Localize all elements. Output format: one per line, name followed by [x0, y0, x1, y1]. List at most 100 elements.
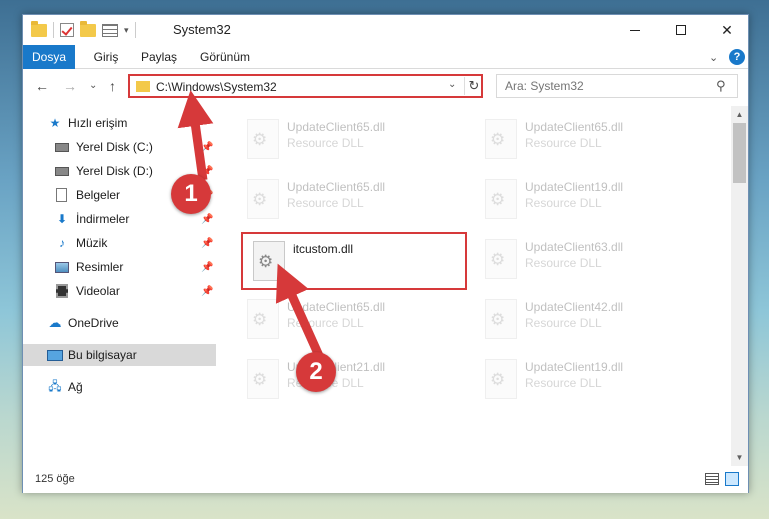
vertical-scrollbar[interactable]: ▲ ▼ [731, 106, 748, 466]
pin-icon[interactable]: 📌 [201, 286, 213, 297]
file-name: UpdateClient65.dll [287, 180, 386, 194]
tab-view[interactable]: Görünüm [191, 45, 259, 69]
sidebar-item-onedrive[interactable]: ☁ OneDrive [23, 312, 216, 334]
dll-file-icon: ⚙ [485, 359, 517, 399]
expand-ribbon-icon[interactable]: ⌄ [709, 51, 718, 64]
file-item[interactable]: ⚙ UpdateClient42.dll Resource DLL [475, 292, 701, 350]
minimize-button[interactable] [612, 15, 658, 45]
file-item[interactable]: ⚙ UpdateClient21.dll Resource DLL [237, 352, 463, 410]
file-type: Resource DLL [525, 376, 602, 390]
sidebar-item-label: Ağ [68, 380, 83, 394]
sidebar-item-network[interactable]: 🖧 Ağ [23, 376, 216, 398]
file-item[interactable]: ⚙ UpdateClient65.dll Resource DLL [475, 112, 701, 170]
search-box[interactable]: ⚲ [496, 74, 738, 98]
chevron-down-icon[interactable]: ▾ [124, 25, 129, 36]
quick-access-toolbar: ▾ [31, 20, 136, 39]
gear-icon: ⚙ [490, 190, 506, 209]
toolbar-divider [134, 22, 136, 38]
file-item[interactable]: ⚙ UpdateClient65.dll Resource DLL [237, 292, 463, 350]
tab-file[interactable]: Dosya [23, 45, 75, 69]
scrollbar-thumb[interactable] [733, 123, 746, 183]
file-list: ⚙ UpdateClient65.dll Resource DLL ⚙ Upda… [237, 106, 731, 466]
tab-share[interactable]: Paylaş [136, 45, 182, 69]
address-folder-icon [136, 81, 150, 92]
search-icon: ⚲ [716, 78, 726, 93]
details-view-icon[interactable] [705, 473, 719, 485]
forward-arrow-icon[interactable]: → [63, 78, 77, 94]
refresh-icon[interactable]: ↻ [464, 77, 483, 95]
properties-check-icon[interactable] [60, 23, 74, 37]
pin-icon[interactable]: 📌 [201, 262, 213, 273]
sidebar-item-pictures[interactable]: Resimler 📌 [23, 256, 216, 278]
file-item[interactable]: ⚙ UpdateClient19.dll Resource DLL [475, 352, 701, 410]
file-name: UpdateClient42.dll [525, 300, 624, 314]
minimize-icon [630, 29, 640, 31]
sidebar-item-this-pc[interactable]: Bu bilgisayar [23, 344, 216, 366]
address-bar[interactable]: C:\Windows\System32 ⌄ ↻ [128, 74, 483, 98]
dll-file-icon: ⚙ [247, 359, 279, 399]
star-icon: ★ [49, 116, 61, 130]
file-name: UpdateClient19.dll [525, 360, 624, 374]
gear-icon: ⚙ [252, 370, 268, 389]
gear-icon: ⚙ [252, 310, 268, 329]
file-name: UpdateClient65.dll [525, 120, 624, 134]
address-dropdown-icon[interactable]: ⌄ [448, 79, 456, 90]
gear-icon: ⚙ [490, 370, 506, 389]
back-arrow-icon[interactable]: ← [35, 78, 49, 94]
file-item-itcustom[interactable]: ⚙ itcustom.dll [241, 232, 467, 290]
file-type: Resource DLL [525, 256, 602, 270]
file-type: Resource DLL [287, 316, 364, 330]
sidebar-item-label: Bu bilgisayar [68, 348, 137, 362]
search-input[interactable] [505, 79, 705, 93]
file-name: itcustom.dll [293, 242, 354, 256]
address-path[interactable]: C:\Windows\System32 [156, 80, 277, 94]
ribbon-tabs: Dosya Giriş Paylaş Görünüm ⌄ ? [23, 45, 748, 69]
dll-file-icon: ⚙ [485, 299, 517, 339]
navigation-pane: ★ Hızlı erişim Yerel Disk (C:) 📌 Yerel D… [23, 106, 216, 466]
large-icons-view-icon[interactable] [725, 472, 739, 486]
window-title: System32 [173, 22, 231, 37]
up-arrow-icon[interactable]: ↑ [109, 78, 116, 94]
sidebar-item-local-disk-c[interactable]: Yerel Disk (C:) 📌 [23, 136, 216, 158]
download-icon: ⬇ [56, 212, 68, 226]
properties-icon[interactable] [102, 23, 118, 37]
pin-icon[interactable]: 📌 [201, 238, 213, 249]
gear-icon: ⚙ [258, 252, 274, 271]
videos-icon [56, 284, 68, 298]
sidebar-item-label: Videolar [76, 284, 120, 298]
cloud-icon: ☁ [48, 315, 62, 330]
sidebar-item-label: Yerel Disk (D:) [76, 164, 153, 178]
sidebar-item-music[interactable]: ♪ Müzik 📌 [23, 232, 216, 254]
tab-home[interactable]: Giriş [85, 45, 127, 69]
file-item[interactable]: ⚙ UpdateClient65.dll Resource DLL [237, 112, 463, 170]
dll-file-icon: ⚙ [485, 239, 517, 279]
close-button[interactable]: ✕ [704, 15, 750, 45]
close-icon: ✕ [721, 21, 733, 38]
file-item[interactable]: ⚙ UpdateClient19.dll Resource DLL [475, 172, 701, 230]
file-type: Resource DLL [525, 136, 602, 150]
pin-icon[interactable]: 📌 [201, 166, 213, 177]
help-icon[interactable]: ? [729, 49, 745, 65]
sidebar-item-label: Resimler [76, 260, 124, 274]
drive-icon [55, 142, 69, 152]
scroll-down-icon[interactable]: ▼ [731, 449, 748, 466]
new-folder-icon[interactable] [80, 20, 96, 37]
pin-icon[interactable]: 📌 [201, 142, 213, 153]
explorer-window: ▾ System32 ✕ Dosya Giriş Paylaş Görünüm … [22, 14, 749, 493]
file-item[interactable]: ⚙ UpdateClient63.dll Resource DLL [475, 232, 701, 290]
sidebar-item-label: OneDrive [68, 316, 119, 330]
pin-icon[interactable]: 📌 [201, 214, 213, 225]
status-bar: 125 öğe [23, 466, 748, 493]
maximize-button[interactable] [658, 15, 704, 45]
music-icon: ♪ [59, 236, 65, 250]
sidebar-item-videos[interactable]: Videolar 📌 [23, 280, 216, 302]
navigation-row: ← → ⌄ ↑ C:\Windows\System32 ⌄ ↻ ⚲ [23, 70, 748, 102]
file-item[interactable]: ⚙ UpdateClient65.dll Resource DLL [237, 172, 463, 230]
scroll-up-icon[interactable]: ▲ [731, 106, 748, 123]
file-type: Resource DLL [287, 196, 364, 210]
sidebar-item-label: Belgeler [76, 188, 121, 202]
recent-locations-icon[interactable]: ⌄ [89, 80, 97, 91]
sidebar-item-quick-access[interactable]: ★ Hızlı erişim [23, 112, 216, 134]
gear-icon: ⚙ [490, 250, 506, 269]
sidebar-item-label: Yerel Disk (C:) [76, 140, 153, 154]
